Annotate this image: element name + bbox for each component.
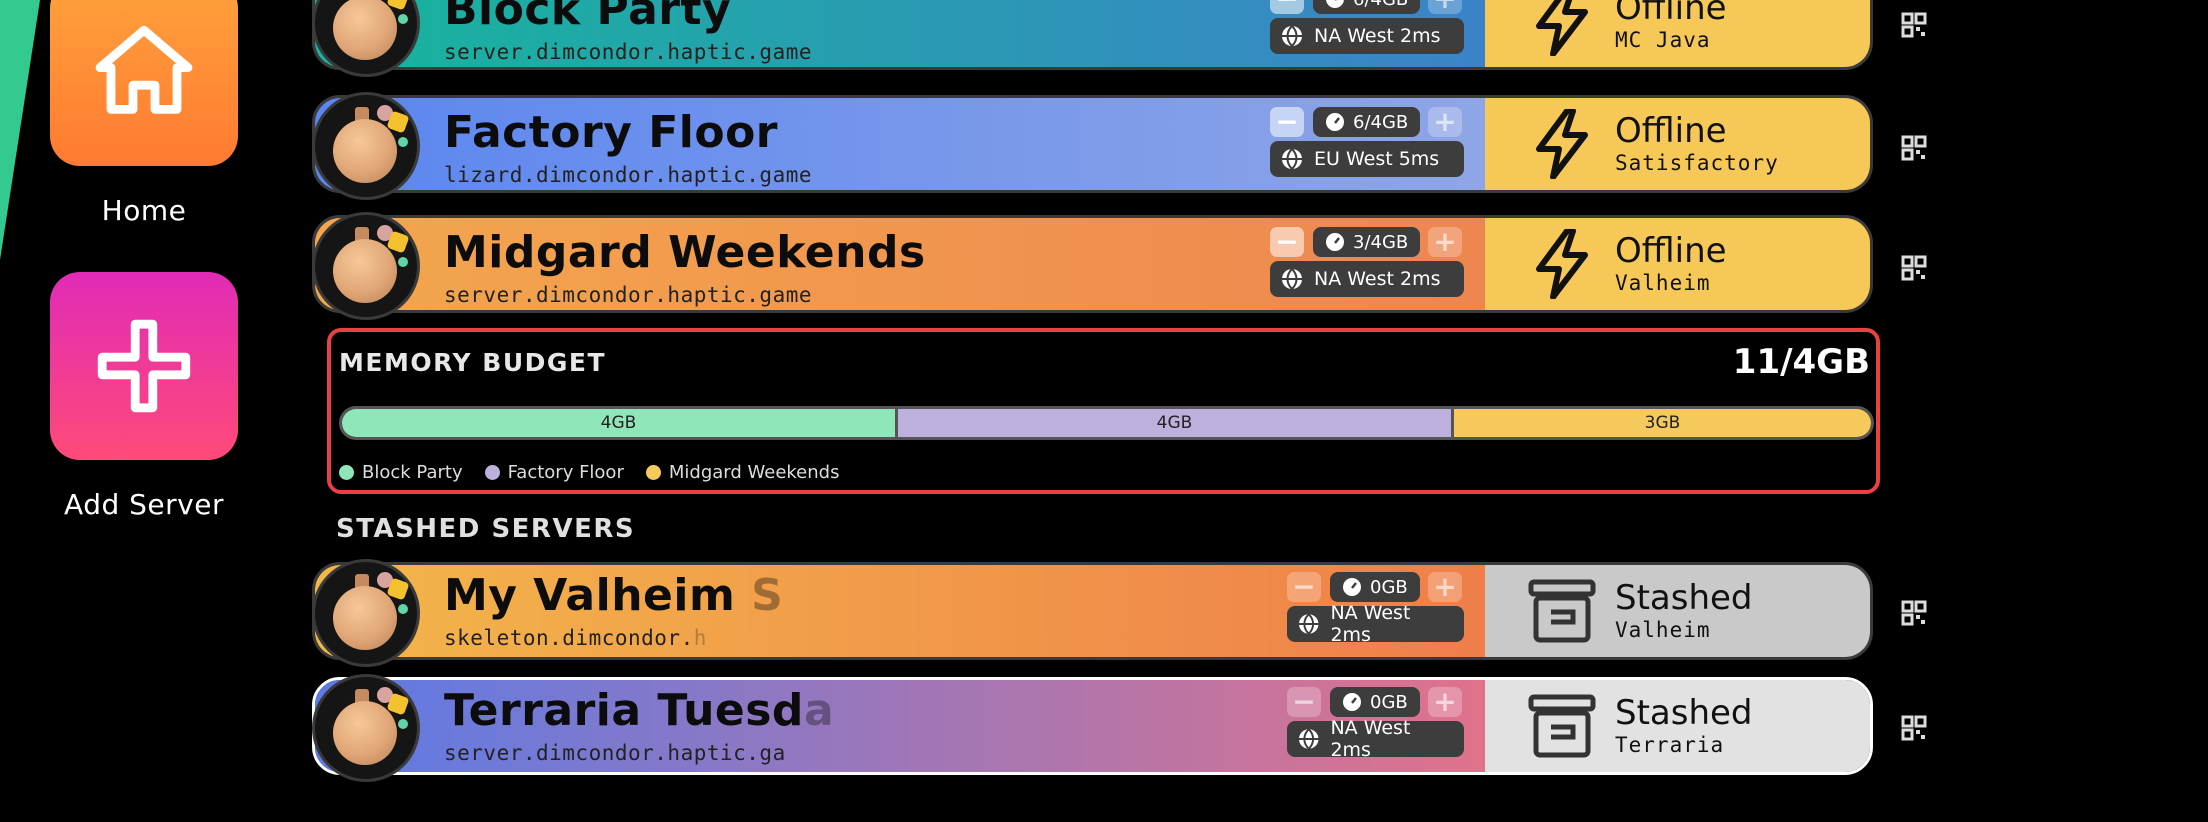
legend-dot xyxy=(339,465,354,480)
archive-box-icon xyxy=(1528,579,1596,643)
server-game: Terraria xyxy=(1615,733,1725,757)
memory-budget-legend: Block Party Factory Floor Midgard Weekends xyxy=(339,462,839,483)
qr-code-icon[interactable] xyxy=(1901,12,1927,38)
server-game: MC Java xyxy=(1615,28,1711,52)
server-name: Block Party xyxy=(444,0,732,35)
memory-decrease-button[interactable]: − xyxy=(1270,0,1304,14)
memory-budget-panel: MEMORY BUDGET 11/4GB 4GB 4GB 3GB Block Par… xyxy=(327,328,1880,494)
server-status-panel[interactable]: Offline MC Java xyxy=(1485,0,1870,67)
gauge-icon xyxy=(1326,0,1344,8)
memory-allocation: 0GB xyxy=(1330,687,1420,717)
memory-budget-segment: 4GB xyxy=(898,409,1454,437)
memory-increase-button[interactable]: + xyxy=(1428,227,1462,257)
server-name: My Valheim S xyxy=(444,570,784,621)
memory-allocation: 3/4GB xyxy=(1313,227,1421,257)
server-hostname: server.dimcondor.haptic.ga xyxy=(444,741,786,765)
memory-budget-legend-item: Block Party xyxy=(339,462,463,483)
legend-label: Factory Floor xyxy=(507,462,624,483)
server-status-panel[interactable]: Offline Valheim xyxy=(1485,218,1870,310)
server-game: Valheim xyxy=(1615,271,1711,295)
qr-code-icon[interactable] xyxy=(1901,255,1927,281)
server-status-panel[interactable]: Stashed Terraria xyxy=(1485,680,1870,772)
memory-increase-button[interactable]: + xyxy=(1428,687,1462,717)
server-name: Midgard Weekends xyxy=(444,227,926,278)
stashed-servers-title: STASHED SERVERS xyxy=(336,514,636,544)
server-name: Factory Floor xyxy=(444,107,779,158)
server-status-panel[interactable]: Offline Satisfactory xyxy=(1485,98,1870,190)
server-game: Satisfactory xyxy=(1615,151,1779,175)
home-label: Home xyxy=(101,194,187,227)
server-status: Offline xyxy=(1615,231,1727,271)
memory-increase-button[interactable]: + xyxy=(1428,0,1462,14)
memory-budget-title: MEMORY BUDGET xyxy=(339,348,607,377)
lightning-icon xyxy=(1536,109,1588,179)
server-hostname: lizard.dimcondor.haptic.game xyxy=(444,163,813,187)
server-region: NA West 2ms xyxy=(1287,602,1464,646)
archive-box-icon xyxy=(1528,694,1596,758)
server-avatar[interactable] xyxy=(312,92,420,200)
gauge-icon xyxy=(1326,233,1344,251)
server-region: EU West 5ms xyxy=(1270,141,1464,177)
globe-icon xyxy=(1298,613,1319,635)
server-avatar[interactable] xyxy=(312,212,420,320)
memory-decrease-button[interactable]: − xyxy=(1270,227,1304,257)
lightning-icon xyxy=(1536,0,1588,56)
server-name: Terraria Tuesda xyxy=(444,685,835,736)
server-region: NA West 2ms xyxy=(1270,261,1464,297)
legend-label: Block Party xyxy=(362,462,463,483)
legend-dot xyxy=(645,465,661,480)
qr-code-icon[interactable] xyxy=(1901,135,1927,161)
qr-code-icon[interactable] xyxy=(1901,600,1927,626)
memory-decrease-button[interactable]: − xyxy=(1270,107,1304,137)
memory-budget-total: 11/4GB xyxy=(1732,342,1870,382)
globe-icon xyxy=(1282,148,1302,170)
legend-dot xyxy=(484,465,500,480)
memory-allocation: 0GB xyxy=(1330,572,1420,602)
gauge-icon xyxy=(1326,113,1344,131)
lightning-icon xyxy=(1536,229,1588,299)
globe-icon xyxy=(1282,25,1302,47)
memory-decrease-button[interactable]: − xyxy=(1287,572,1321,602)
globe-icon xyxy=(1282,268,1302,290)
server-region: NA West 2ms xyxy=(1287,717,1464,761)
server-avatar[interactable] xyxy=(312,559,420,667)
qr-code-icon[interactable] xyxy=(1901,715,1927,741)
globe-icon xyxy=(1298,728,1319,750)
memory-budget-legend-item: Factory Floor xyxy=(484,462,624,483)
home-button[interactable] xyxy=(50,0,238,166)
home-icon xyxy=(95,25,193,114)
server-status: Stashed xyxy=(1615,578,1753,618)
server-status: Offline xyxy=(1615,0,1727,28)
server-hostname: server.dimcondor.haptic.game xyxy=(444,40,813,64)
memory-budget-segment: 4GB xyxy=(342,409,898,437)
server-region: NA West 2ms xyxy=(1270,18,1464,54)
memory-budget-legend-item: Midgard Weekends xyxy=(645,462,840,483)
gauge-icon xyxy=(1343,578,1361,596)
memory-decrease-button[interactable]: − xyxy=(1287,687,1321,717)
server-hostname: server.dimcondor.haptic.game xyxy=(444,283,813,307)
gauge-icon xyxy=(1343,693,1361,711)
server-avatar[interactable] xyxy=(312,674,420,782)
memory-budget-bar: 4GB 4GB 3GB xyxy=(339,406,1874,440)
server-hostname: skeleton.dimcondor.h xyxy=(444,626,707,650)
server-game: Valheim xyxy=(1615,618,1711,642)
legend-label: Midgard Weekends xyxy=(668,462,840,483)
memory-budget-segment: 3GB xyxy=(1454,409,1871,437)
memory-increase-button[interactable]: + xyxy=(1428,572,1462,602)
add-server-label: Add Server xyxy=(64,488,224,521)
memory-allocation: 6/4GB xyxy=(1313,0,1421,14)
plus-icon xyxy=(97,319,191,413)
server-status: Stashed xyxy=(1615,693,1753,733)
memory-allocation: 6/4GB xyxy=(1313,107,1421,137)
memory-increase-button[interactable]: + xyxy=(1428,107,1462,137)
server-status: Offline xyxy=(1615,111,1727,151)
server-status-panel[interactable]: Stashed Valheim xyxy=(1485,565,1870,657)
add-server-button[interactable] xyxy=(50,272,238,460)
